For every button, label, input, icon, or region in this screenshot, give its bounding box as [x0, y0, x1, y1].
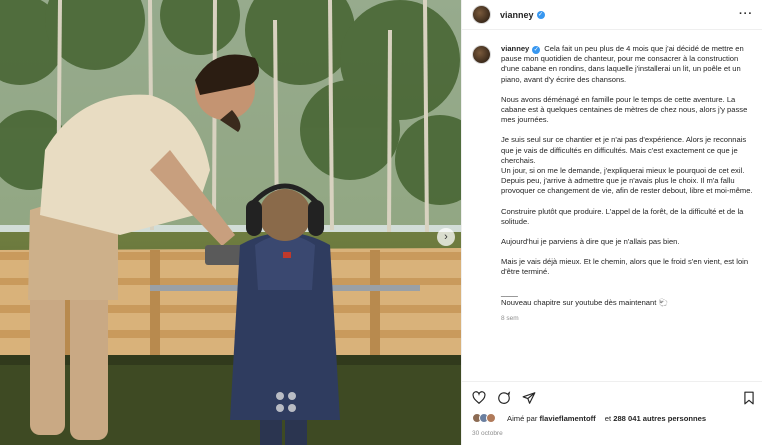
post-media[interactable]: › [0, 0, 461, 445]
verified-badge-icon: ✓ [532, 46, 541, 54]
comment-icon[interactable] [497, 391, 511, 405]
heart-icon[interactable] [472, 391, 486, 405]
likes-text[interactable]: Aimé par flavieflamentoff et 288 041 aut… [500, 414, 706, 423]
share-icon[interactable] [522, 391, 536, 405]
caption-paragraph-5: Aujourd'hui je parviens à dire que je n'… [501, 237, 680, 247]
caption-paragraph-4: Construire plutôt que produire. L'appel … [501, 206, 744, 226]
action-bar [462, 381, 762, 411]
verified-badge-icon: ✓ [536, 10, 545, 19]
post-panel: vianney ✓ ··· vianney ✓ Cela fait un peu p… [461, 0, 762, 445]
caption-paragraph-1: vianney ✓ Cela fait un peu plus de 4 mois … [501, 44, 757, 85]
likes-summary: Aimé par flavieflamentoff et 288 041 aut… [472, 413, 706, 423]
caption-body: vianney ✓ Cela fait un peu plus de 4 mois … [501, 44, 757, 324]
likes-count[interactable]: 288 041 autres personnes [613, 414, 706, 423]
likes-joiner: et [604, 413, 612, 423]
liked-by-user[interactable]: flavieflamentoff [540, 414, 596, 423]
bookmark-icon[interactable] [742, 391, 756, 405]
caption-paragraph-7: ____ Nouveau chapitre sur youtube dès ma… [501, 287, 668, 307]
username[interactable]: vianney [500, 10, 534, 20]
caption: vianney ✓ Cela fait un peu plus de 4 mois … [472, 44, 757, 374]
more-options-icon[interactable]: ··· [739, 8, 753, 20]
chevron-right-icon: › [444, 231, 448, 243]
liker-avatar [486, 413, 496, 423]
avatar[interactable] [472, 5, 491, 24]
post-header: vianney ✓ ··· [462, 0, 762, 30]
caption-username[interactable]: vianney [501, 44, 529, 53]
caption-paragraph-3: Je suis seul sur ce chantier et je n'ai … [501, 135, 753, 196]
post-photo [0, 0, 461, 445]
caption-paragraph-6: Mais je vais déjà mieux. Et le chemin, a… [501, 257, 749, 277]
caption-avatar[interactable] [472, 45, 491, 64]
next-media-button[interactable]: › [437, 228, 455, 246]
likes-prefix: Aimé par [507, 413, 538, 423]
post-date: 30 octobre [472, 430, 503, 437]
caption-paragraph-2: Nous avons déménagé en famille pour le t… [501, 94, 748, 125]
caption-timestamp: 8 sem [501, 315, 519, 323]
